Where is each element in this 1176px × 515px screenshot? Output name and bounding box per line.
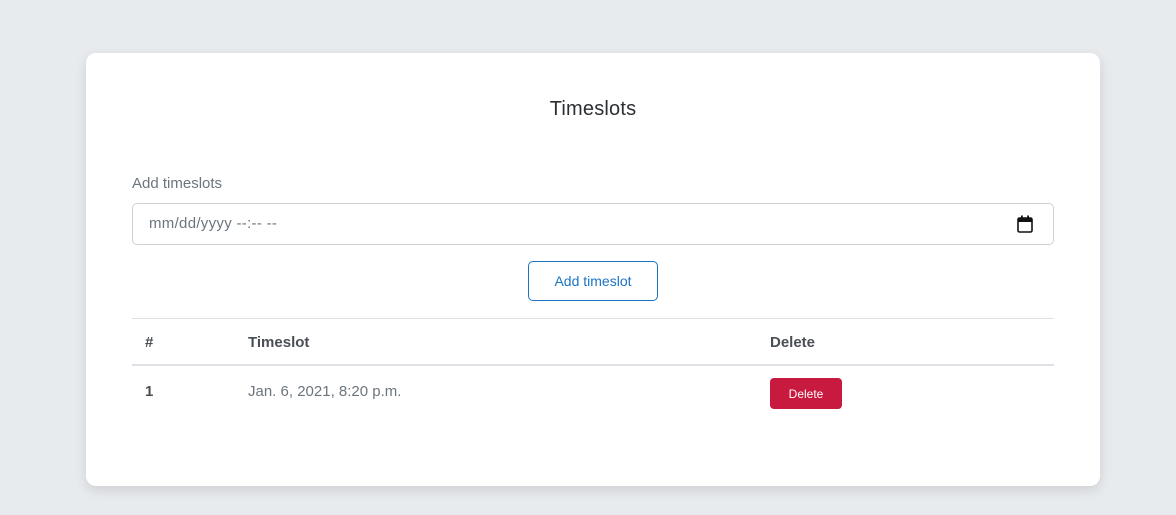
timeslots-card: Timeslots Add timeslots mm/dd/yyyy --:--… — [86, 53, 1100, 486]
add-timeslot-button[interactable]: Add timeslot — [528, 261, 658, 301]
header-delete: Delete — [770, 334, 816, 351]
timeslots-table: # Timeslot Delete 1 Jan. 6, 2021, 8:20 p… — [132, 318, 1054, 418]
row-timeslot: Jan. 6, 2021, 8:20 p.m. — [248, 383, 402, 400]
calendar-icon[interactable] — [1017, 215, 1033, 233]
table-row: 1 Jan. 6, 2021, 8:20 p.m. Delete — [132, 366, 1054, 418]
header-timeslot: Timeslot — [248, 334, 310, 351]
page-title: Timeslots — [549, 98, 637, 120]
add-timeslots-label: Add timeslots — [132, 175, 223, 192]
delete-button[interactable]: Delete — [770, 378, 842, 409]
datetime-input-value: mm/dd/yyyy --:-- -- — [149, 215, 278, 232]
table-header: # Timeslot Delete — [132, 318, 1054, 366]
datetime-input[interactable]: mm/dd/yyyy --:-- -- — [132, 203, 1054, 245]
header-number: # — [145, 334, 154, 351]
row-number: 1 — [145, 383, 154, 400]
